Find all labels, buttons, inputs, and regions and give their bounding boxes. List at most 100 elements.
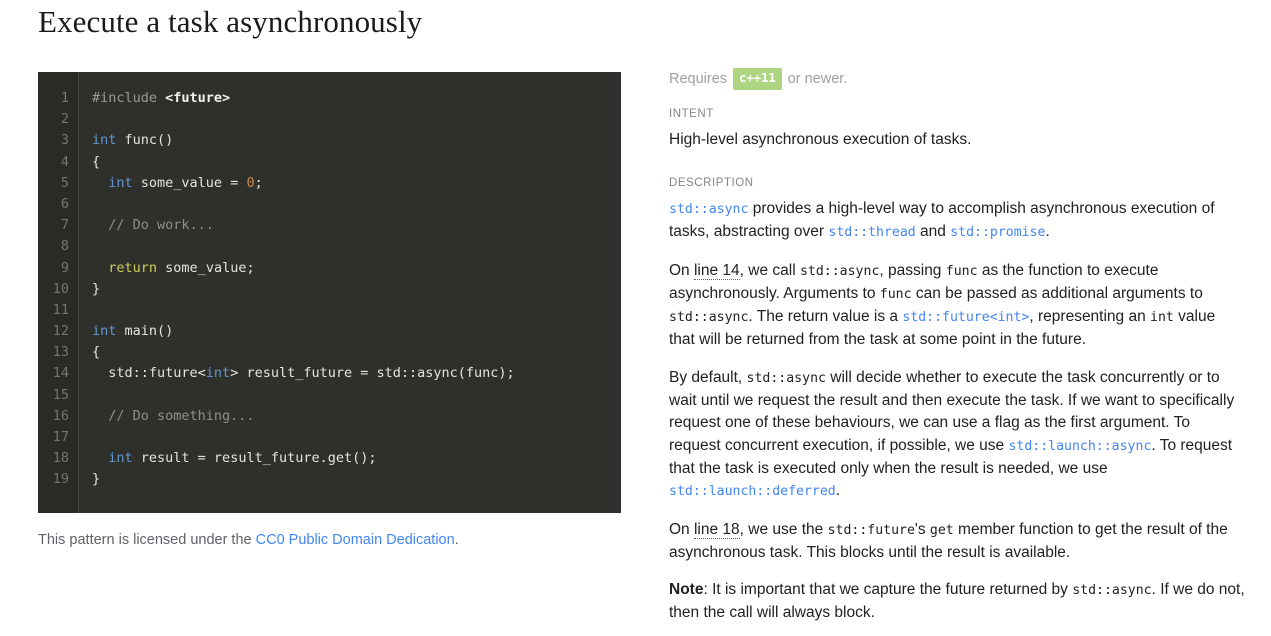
description-text: .: [835, 482, 841, 500]
code-line-content: return some_value;: [78, 258, 255, 279]
inline-code: func: [945, 263, 978, 279]
code-line: 18 int result = result_future.get();: [38, 448, 621, 469]
intent-section-label: Intent: [669, 108, 714, 120]
code-line: 3 int func(): [38, 130, 621, 151]
code-line: 2: [38, 109, 621, 130]
code-line-content: // Do work...: [78, 215, 214, 236]
code-line-number: 18: [52, 450, 69, 467]
line-reference[interactable]: line 18: [693, 520, 740, 539]
code-line-content: // Do something...: [78, 406, 255, 427]
code-token: // Do work...: [92, 217, 214, 234]
code-line-content: }: [78, 469, 100, 490]
description-section-label: Description: [669, 177, 754, 189]
code-token: int: [108, 450, 133, 467]
inline-code-link[interactable]: std::promise: [950, 225, 1045, 240]
code-token: func(): [116, 132, 174, 149]
code-lines[interactable]: 1 #include <future> 2 3 int func() 4{5 int so…: [38, 72, 621, 491]
description-text: , we use the: [739, 520, 828, 538]
code-line: 19}: [38, 469, 621, 490]
code-token: {: [92, 344, 101, 361]
inline-code-link[interactable]: std::launch::async: [1008, 439, 1151, 454]
code-line: 1 #include <future>: [38, 88, 621, 109]
license-suffix: .: [454, 532, 459, 548]
code-line-number: 16: [52, 407, 69, 424]
code-line-number: 15: [52, 386, 69, 403]
code-line-content: {: [78, 152, 100, 173]
code-line-number: 14: [52, 365, 69, 382]
description-text: On: [669, 520, 694, 538]
code-line-number: 7: [60, 217, 69, 234]
inline-code: std::async: [669, 310, 749, 326]
code-line-number: 11: [52, 301, 69, 318]
pattern-page: Execute a task asynchronously 1 #include …: [0, 0, 1271, 636]
description-body: std::async provides a high-level way to …: [669, 198, 1245, 625]
code-line: 6: [38, 194, 621, 215]
description-paragraph: By default, std::async will decide wheth…: [669, 367, 1245, 504]
page-title: Execute a task asynchronously: [38, 4, 423, 39]
description-text: , representing an: [1029, 308, 1151, 326]
code-token: main(): [116, 323, 174, 340]
code-line-number: 12: [52, 323, 69, 340]
inline-code-link[interactable]: std::launch::deferred: [669, 484, 836, 499]
code-block[interactable]: 1 #include <future> 2 3 int func() 4{5 int so…: [38, 72, 621, 513]
inline-code: int: [1150, 310, 1174, 326]
code-line: 14 std::future<int> result_future = std:…: [38, 363, 621, 384]
requires-prefix: Requires: [669, 71, 728, 87]
description-text: 's: [914, 520, 930, 538]
inline-code: std::async: [1072, 583, 1152, 599]
code-line: 4{: [38, 152, 621, 173]
code-line: 15: [38, 385, 621, 406]
code-token: result = result_future.get();: [132, 450, 377, 467]
code-line-number: 5: [60, 174, 69, 191]
code-line-content: int result = result_future.get();: [78, 448, 377, 469]
code-token: 0: [246, 174, 255, 191]
code-line-number: 19: [52, 471, 69, 488]
code-token: int: [92, 132, 117, 149]
code-token: std::future<: [92, 365, 206, 382]
code-line: 8: [38, 236, 621, 257]
code-line-number: 9: [60, 259, 69, 276]
line-reference[interactable]: line 14: [693, 261, 740, 280]
intent-text: High-level asynchronous execution of tas…: [669, 131, 972, 148]
code-token: // Do something...: [92, 407, 255, 424]
description-text: .: [1045, 223, 1050, 241]
code-token: #include: [92, 90, 166, 106]
description-paragraph: std::async provides a high-level way to …: [669, 198, 1245, 245]
description-paragraph: Note: It is important that we capture th…: [669, 579, 1245, 625]
inline-code: std::async: [799, 263, 880, 279]
code-line-content: int some_value = 0;: [78, 173, 263, 194]
code-token: {: [92, 153, 101, 170]
requires-suffix: or newer.: [787, 71, 848, 87]
inline-code: std::future: [827, 522, 915, 538]
cc0-license-link[interactable]: CC0 Public Domain Dedication: [256, 532, 455, 548]
standard-badge: c++11: [733, 68, 782, 90]
code-token: int: [108, 174, 133, 191]
code-token: }: [92, 471, 101, 488]
code-line-content: {: [78, 342, 100, 363]
description-text: On: [669, 261, 694, 279]
code-line-content: std::future<int> result_future = std::as…: [78, 363, 515, 384]
description-text: : It is important that we capture the fu…: [703, 581, 1073, 599]
description-text: . The return value is a: [748, 308, 903, 326]
inline-code-link[interactable]: std::future<int>: [902, 310, 1029, 325]
code-line-number: 6: [60, 195, 69, 212]
license-prefix: This pattern is licensed under the: [38, 532, 256, 548]
description-text: , passing: [879, 261, 946, 279]
description-text: can be passed as additional arguments to: [911, 284, 1203, 302]
inline-code-link[interactable]: std::async: [669, 202, 748, 217]
code-token: <future>: [165, 90, 231, 106]
code-token: ;: [254, 174, 263, 191]
description-text: , we call: [739, 261, 800, 279]
inline-code: get: [929, 522, 954, 538]
code-token: some_value;: [157, 259, 255, 276]
code-line-number: 1: [60, 90, 69, 106]
note-label: Note: [669, 581, 704, 599]
code-line: 13 {: [38, 342, 621, 363]
inline-code-link[interactable]: std::thread: [828, 225, 915, 240]
code-line-number: 13: [52, 344, 69, 361]
code-token: > result_future = std::async(func);: [230, 365, 515, 382]
code-line: 11: [38, 300, 621, 321]
description-paragraph: On line 18, we use the std::future's get…: [669, 519, 1245, 565]
